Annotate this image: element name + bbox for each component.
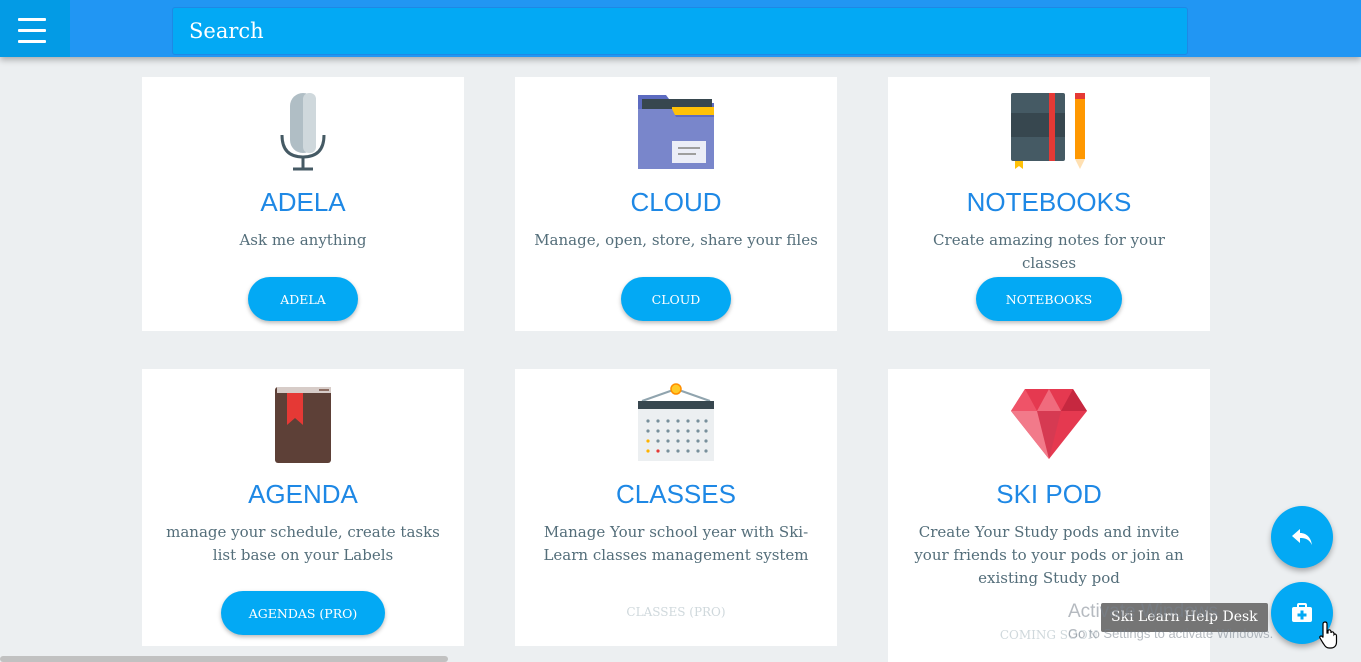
card-description: Ask me anything <box>239 231 367 249</box>
first-aid-kit-icon <box>1292 603 1312 622</box>
card-description: Manage, open, store, share your files <box>534 231 818 249</box>
search-input[interactable] <box>173 8 1187 54</box>
card-cloud: CLOUD Manage, open, store, share your fi… <box>515 77 837 331</box>
card-title: SKI POD <box>996 479 1102 509</box>
card-notebooks: NOTEBOOKS Create amazing notes for your … <box>888 77 1210 331</box>
activate-windows-subtitle: Go to Settings to activate Windows. <box>1068 626 1274 641</box>
horizontal-scrollbar[interactable] <box>0 656 448 662</box>
hamburger-menu-icon <box>18 18 46 21</box>
hamburger-line <box>18 29 46 32</box>
card-description: Create Your Study pods and invite your f… <box>914 523 1184 587</box>
notebook-pencil-icon <box>888 91 1210 171</box>
search-bar <box>172 7 1188 55</box>
calendar-icon <box>515 383 837 463</box>
hamburger-menu-button[interactable] <box>0 0 70 57</box>
card-description: manage your schedule, create tasks list … <box>166 523 440 564</box>
card-title: ADELA <box>260 187 346 217</box>
reply-arrow-icon <box>1292 529 1312 545</box>
card-title: CLOUD <box>630 187 722 217</box>
adela-button[interactable]: ADELA <box>248 277 358 321</box>
agendas-pro-button[interactable]: AGENDAS (PRO) <box>221 591 385 635</box>
folder-icon <box>515 91 837 171</box>
activate-windows-title: Activate Windows <box>1068 601 1218 622</box>
back-button[interactable] <box>1271 506 1333 568</box>
top-app-bar <box>0 0 1361 57</box>
card-description: Create amazing notes for your classes <box>933 231 1165 272</box>
card-title: NOTEBOOKS <box>966 187 1132 217</box>
hand-pointer-icon <box>1319 621 1338 649</box>
cloud-button[interactable]: CLOUD <box>621 277 731 321</box>
diamond-gem-icon <box>888 387 1210 467</box>
card-classes: CLASSES Manage Your school year with Ski… <box>515 369 837 646</box>
notebooks-button[interactable]: NOTEBOOKS <box>976 277 1122 321</box>
card-agenda: AGENDA manage your schedule, create task… <box>142 369 464 646</box>
hamburger-line <box>18 40 46 43</box>
card-adela: ADELA Ask me anything ADELA <box>142 77 464 331</box>
book-bookmark-icon <box>142 385 464 465</box>
card-title: CLASSES <box>616 479 736 509</box>
card-description: Manage Your school year with Ski-Learn c… <box>543 523 809 564</box>
microphone-icon <box>142 91 464 171</box>
card-title: AGENDA <box>248 479 358 509</box>
classes-pro-button[interactable]: CLASSES (PRO) <box>515 605 837 619</box>
